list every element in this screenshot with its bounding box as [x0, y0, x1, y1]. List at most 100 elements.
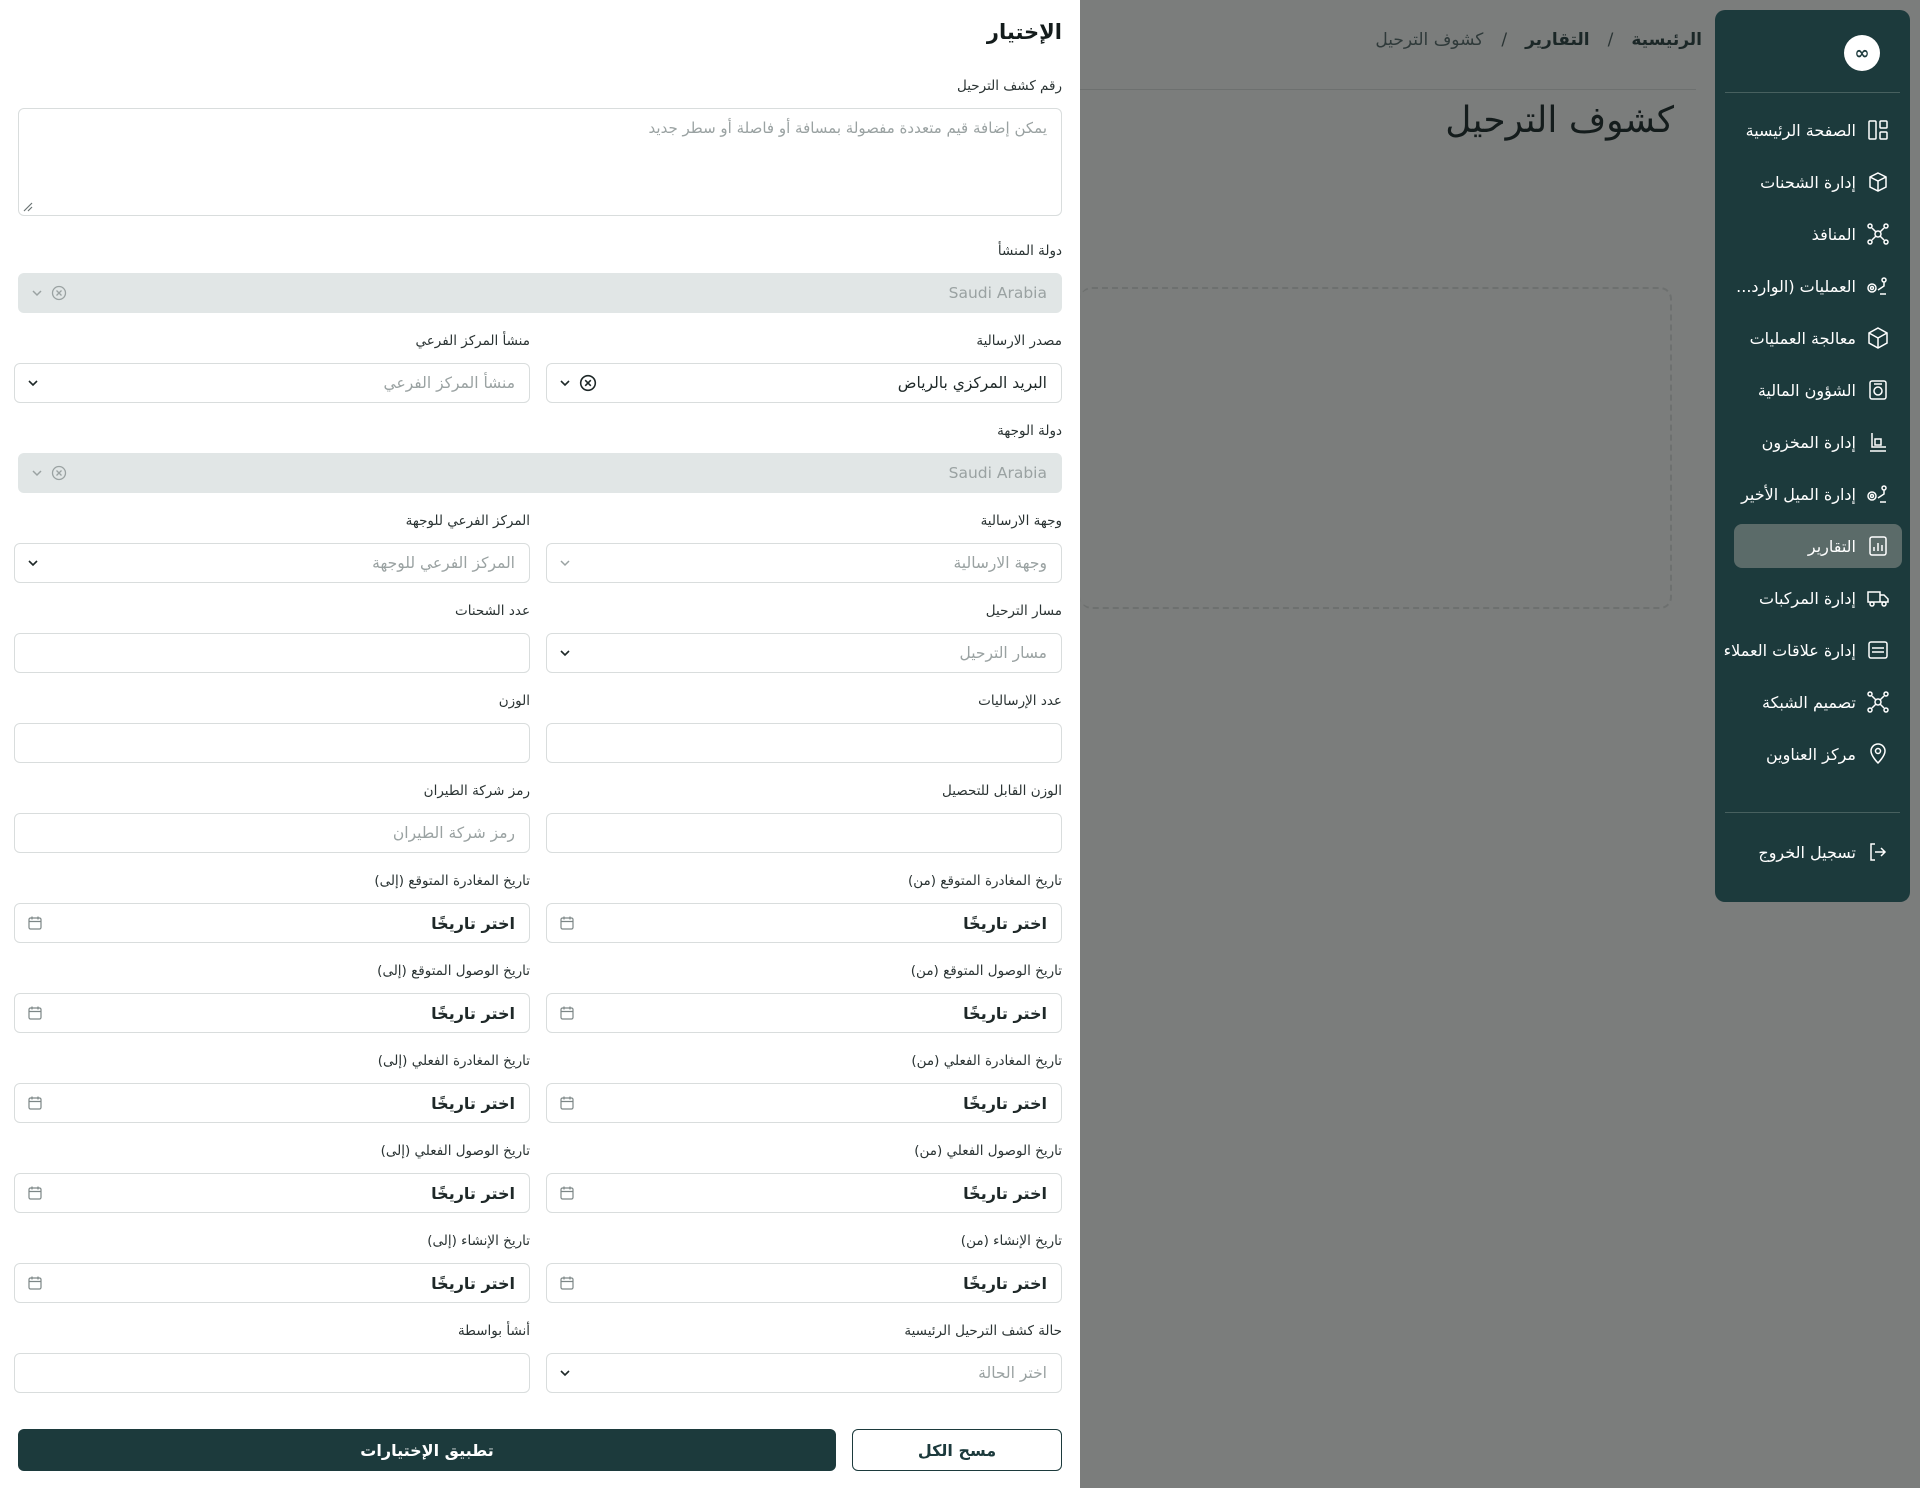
date-from-label: تاريخ المغادرة الفعلي (من): [911, 1053, 1062, 1069]
sidebar-item-ports[interactable]: المنافذ: [1734, 212, 1902, 256]
sidebar-item-vehicles[interactable]: إدارة المركبات: [1734, 576, 1902, 620]
sidebar-item-shipments[interactable]: إدارة الشحنات: [1734, 160, 1902, 204]
created-by-label: أنشأ بواسطة: [457, 1323, 530, 1339]
network-icon: [1866, 222, 1890, 246]
status-select[interactable]: اختر الحالة: [546, 1353, 1062, 1393]
chevron-down-icon[interactable]: [559, 647, 571, 659]
route-label: مسار الترحيل: [985, 603, 1062, 619]
truck-icon: [1866, 586, 1890, 610]
date-placeholder: اختر تاريخًا: [431, 1183, 515, 1203]
origin-branch-select[interactable]: منشأ المركز الفرعي: [14, 363, 530, 403]
last-mile-icon: [1866, 482, 1890, 506]
chevron-down-icon[interactable]: [559, 1367, 571, 1379]
box-icon: [1866, 326, 1890, 350]
breadcrumb-home[interactable]: الرئيسية: [1631, 30, 1702, 50]
chevron-down-icon[interactable]: [559, 557, 571, 569]
dispatch-source-select[interactable]: البريد المركزي بالرياض: [546, 363, 1062, 403]
sidebar-item-network-design[interactable]: تصميم الشبكة: [1734, 680, 1902, 724]
date-placeholder: اختر تاريخًا: [431, 1093, 515, 1113]
calendar-icon[interactable]: [559, 1275, 575, 1291]
route-select[interactable]: مسار الترحيل: [546, 633, 1062, 673]
sidebar-item-finance[interactable]: الشؤون المالية: [1734, 368, 1902, 412]
chargeable-weight-input[interactable]: [546, 813, 1062, 853]
status-placeholder: اختر الحالة: [978, 1364, 1047, 1382]
app-logo[interactable]: ∞: [1844, 35, 1880, 71]
expected-departure-from-picker[interactable]: اختر تاريخًا: [546, 903, 1062, 943]
calendar-icon[interactable]: [27, 1185, 43, 1201]
sidebar-item-home[interactable]: الصفحة الرئيسية: [1734, 108, 1902, 152]
date-to-label: تاريخ الوصول المتوقع (إلى): [377, 963, 530, 979]
sidebar-item-reports[interactable]: التقارير: [1734, 524, 1902, 568]
sidebar-item-addresses[interactable]: مركز العناوين: [1734, 732, 1902, 776]
chevron-down-icon[interactable]: [27, 557, 39, 569]
dispatch-source-value: البريد المركزي بالرياض: [897, 374, 1047, 392]
created-by-input[interactable]: [14, 1353, 530, 1393]
chevron-down-icon[interactable]: [31, 287, 43, 299]
chevron-down-icon[interactable]: [559, 377, 571, 389]
expected-arrival-to-picker[interactable]: اختر تاريخًا: [14, 993, 530, 1033]
sidebar-item-processing[interactable]: معالجة العمليات: [1734, 316, 1902, 360]
weight-input[interactable]: [14, 723, 530, 763]
logo-mark: ∞: [1854, 42, 1870, 64]
sidebar-item-label: الشؤون المالية: [1757, 380, 1856, 400]
destination-branch-select[interactable]: المركز الفرعي للوجهة: [14, 543, 530, 583]
actual-departure-from-picker[interactable]: اختر تاريخًا: [546, 1083, 1062, 1123]
sidebar-item-label: إدارة الميل الأخير: [1741, 484, 1856, 504]
clear-all-button[interactable]: مسح الكل: [852, 1429, 1062, 1471]
logout-button[interactable]: تسجيل الخروج: [1734, 830, 1902, 874]
date-placeholder: اختر تاريخًا: [963, 913, 1047, 933]
calendar-icon[interactable]: [27, 1005, 43, 1021]
calendar-icon[interactable]: [27, 1275, 43, 1291]
creation-to-picker[interactable]: اختر تاريخًا: [14, 1263, 530, 1303]
clear-icon[interactable]: [51, 465, 67, 481]
destination-branch-label: المركز الفرعي للوجهة: [405, 513, 530, 529]
origin-country-select[interactable]: Saudi Arabia: [18, 273, 1062, 313]
date-from-label: تاريخ المغادرة المتوقع (من): [907, 873, 1062, 889]
calendar-icon[interactable]: [27, 1095, 43, 1111]
sidebar-item-inventory[interactable]: إدارة المخزون: [1734, 420, 1902, 464]
dashboard-icon: [1866, 118, 1890, 142]
manifest-number-textarea[interactable]: يمكن إضافة قيم متعددة مفصولة بمسافة أو ف…: [18, 108, 1062, 216]
airline-code-input[interactable]: رمز شركة الطيران: [14, 813, 530, 853]
date-to-label: تاريخ المغادرة المتوقع (إلى): [374, 873, 530, 889]
actual-arrival-from-picker[interactable]: اختر تاريخًا: [546, 1173, 1062, 1213]
clear-icon[interactable]: [579, 374, 597, 392]
dispatch-destination-select[interactable]: وجهة الارسالية: [546, 543, 1062, 583]
apply-filters-button[interactable]: تطبيق الإختيارات: [18, 1429, 836, 1471]
actual-departure-to-picker[interactable]: اختر تاريخًا: [14, 1083, 530, 1123]
chevron-down-icon[interactable]: [31, 467, 43, 479]
airline-code-placeholder: رمز شركة الطيران: [392, 824, 515, 842]
dispatches-count-input[interactable]: [546, 723, 1062, 763]
logout-label: تسجيل الخروج: [1758, 842, 1856, 862]
clear-icon[interactable]: [51, 285, 67, 301]
sidebar: ∞ الصفحة الرئيسية إدارة الشحنات المنافذ …: [1715, 10, 1910, 902]
breadcrumb: الرئيسية / التقارير / كشوف الترحيل: [1375, 30, 1702, 50]
sidebar-item-label: مركز العناوين: [1765, 744, 1856, 764]
shipments-count-input[interactable]: [14, 633, 530, 673]
date-from-label: تاريخ الإنشاء (من): [960, 1233, 1062, 1249]
destination-country-select[interactable]: Saudi Arabia: [18, 453, 1062, 493]
expected-departure-to-picker[interactable]: اختر تاريخًا: [14, 903, 530, 943]
creation-from-picker[interactable]: اختر تاريخًا: [546, 1263, 1062, 1303]
calendar-icon[interactable]: [27, 915, 43, 931]
resize-handle-icon[interactable]: [22, 201, 34, 213]
breadcrumb-reports[interactable]: التقارير: [1525, 30, 1590, 50]
date-placeholder: اختر تاريخًا: [431, 1003, 515, 1023]
calendar-icon[interactable]: [559, 1095, 575, 1111]
airline-code-label: رمز شركة الطيران: [423, 783, 530, 799]
sidebar-item-label: تصميم الشبكة: [1762, 692, 1856, 712]
calendar-icon[interactable]: [559, 1005, 575, 1021]
sidebar-item-operations[interactable]: العمليات (الوارد...: [1734, 264, 1902, 308]
filter-drawer: الإختيار رقم كشف الترحيل يمكن إضافة قيم …: [0, 0, 1080, 1488]
sidebar-item-last-mile[interactable]: إدارة الميل الأخير: [1734, 472, 1902, 516]
expected-arrival-from-picker[interactable]: اختر تاريخًا: [546, 993, 1062, 1033]
calendar-icon[interactable]: [559, 915, 575, 931]
reports-icon: [1866, 534, 1890, 558]
calendar-icon[interactable]: [559, 1185, 575, 1201]
breadcrumb-separator: /: [1501, 30, 1508, 50]
chevron-down-icon[interactable]: [27, 377, 39, 389]
sidebar-item-crm[interactable]: إدارة علاقات العملاء: [1724, 628, 1902, 672]
actual-arrival-to-picker[interactable]: اختر تاريخًا: [14, 1173, 530, 1213]
manifest-number-placeholder: يمكن إضافة قيم متعددة مفصولة بمسافة أو ف…: [648, 119, 1047, 137]
destination-branch-placeholder: المركز الفرعي للوجهة: [372, 554, 515, 572]
